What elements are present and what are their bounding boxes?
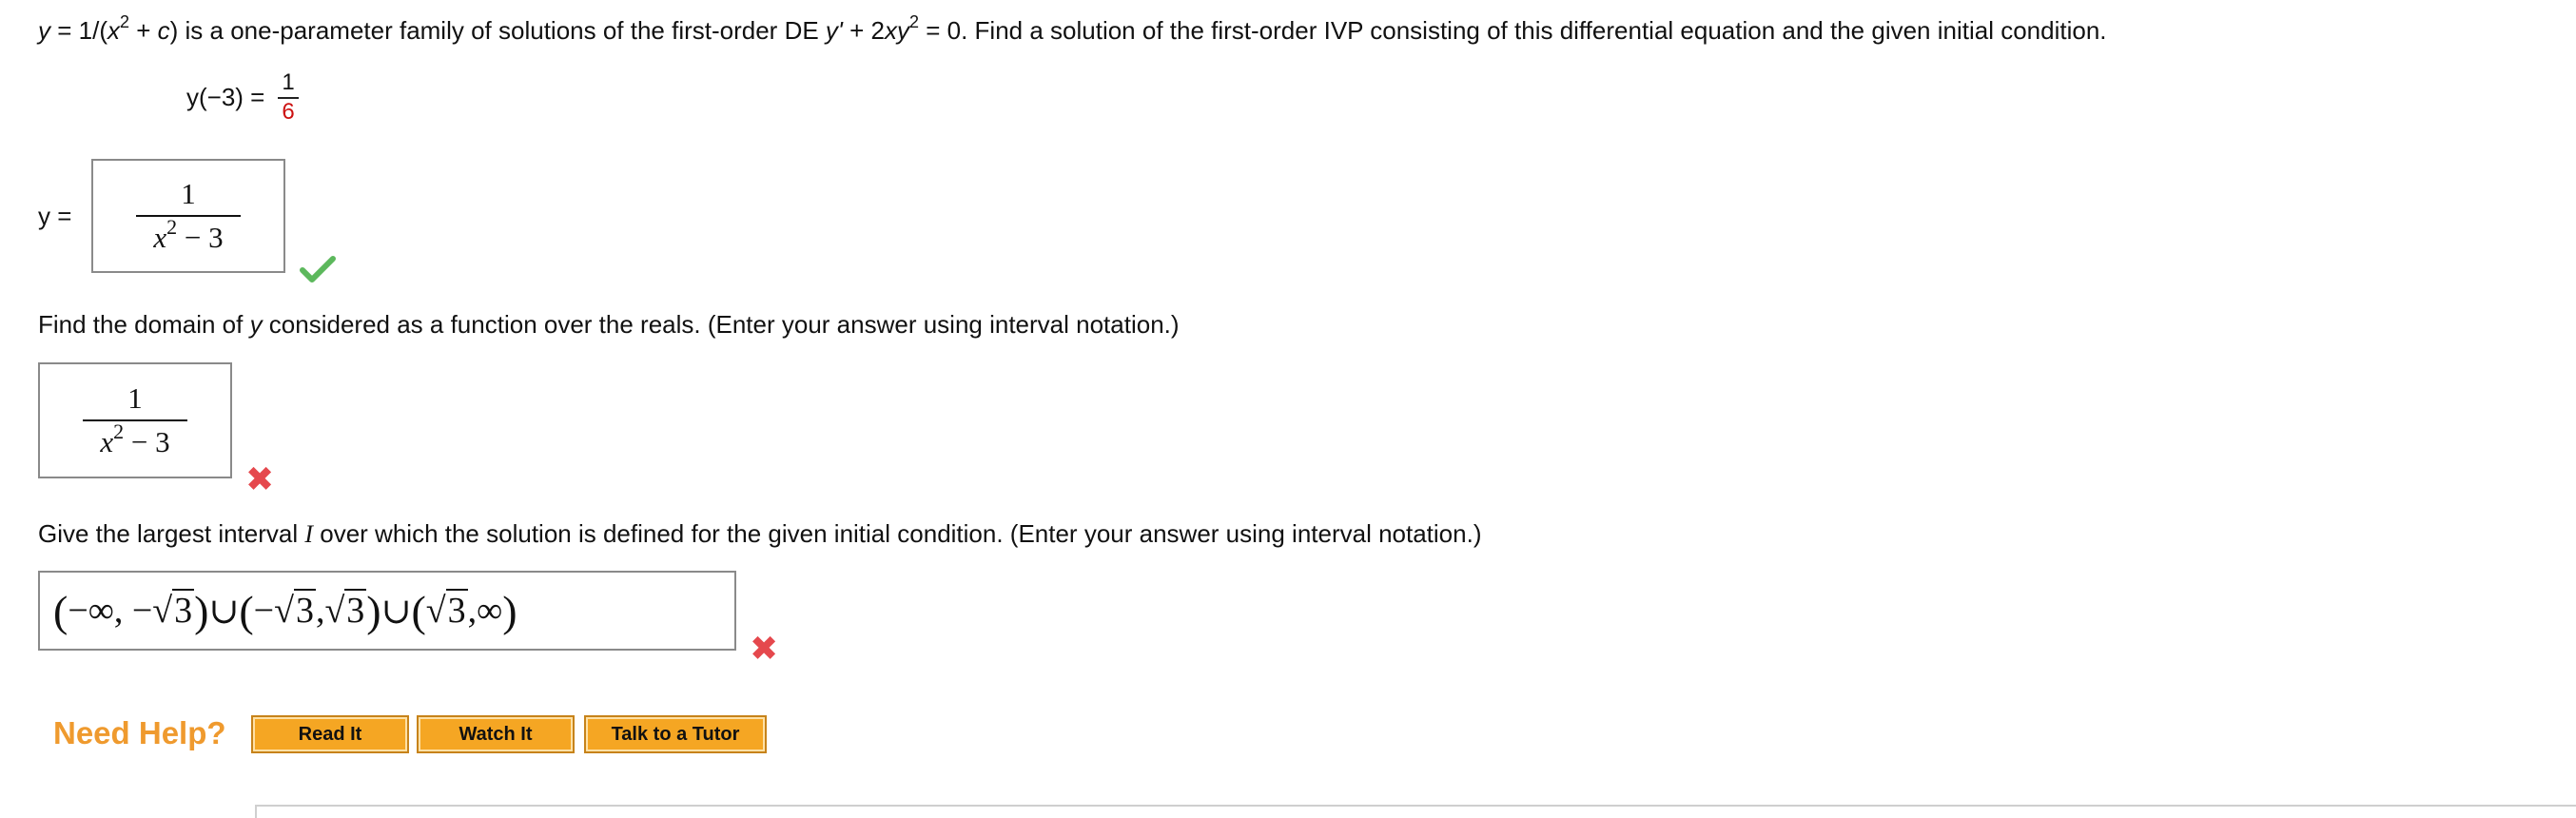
initial-condition-lhs: y(−3) = <box>186 82 265 111</box>
watch-it-button[interactable]: Watch It <box>417 715 575 753</box>
answer3-input[interactable]: ( −∞, − √3 ) ∪ ( − √3, √3 ) ∪ ( √3 ,∞ ) <box>38 571 736 651</box>
answer2-numerator: 1 <box>83 381 187 421</box>
answer1-denominator: x2 − 3 <box>153 215 224 255</box>
sqrt-3: √3 <box>324 589 367 631</box>
divider <box>255 805 257 818</box>
ic-numerator: 1 <box>278 70 299 99</box>
cross-icon: ✖ <box>245 460 275 499</box>
sqrt-3: √3 <box>425 589 468 631</box>
cross-icon: ✖ <box>750 630 779 669</box>
answer2-fraction: 1 x2 − 3 <box>83 381 187 459</box>
sqrt-3: √3 <box>274 589 316 631</box>
initial-condition-fraction: 1 6 <box>278 70 299 125</box>
answer1-label: y = <box>38 202 72 230</box>
answer1-numerator: 1 <box>136 177 241 217</box>
need-help-label: Need Help? <box>53 715 226 750</box>
answer2-denominator: x2 − 3 <box>100 419 170 459</box>
divider <box>255 805 2576 807</box>
question3-text: Give the largest interval I over which t… <box>38 519 1482 548</box>
answer2-input[interactable]: 1 x2 − 3 <box>38 362 232 478</box>
var-y: y <box>38 16 50 45</box>
sqrt-3: √3 <box>152 589 195 631</box>
initial-condition: y(−3) = 1 6 <box>186 70 299 124</box>
answer1-fraction: 1 x2 − 3 <box>136 177 241 255</box>
answer1-input[interactable]: 1 x2 − 3 <box>91 159 285 273</box>
read-it-button[interactable]: Read It <box>251 715 409 753</box>
check-icon <box>300 256 336 282</box>
question2-text: Find the domain of y considered as a fun… <box>38 310 1180 339</box>
talk-to-tutor-button[interactable]: Talk to a Tutor <box>584 715 767 753</box>
problem-statement: y = 1/(x2 + c) is a one-parameter family… <box>38 12 2107 45</box>
ic-denominator: 6 <box>282 99 295 125</box>
